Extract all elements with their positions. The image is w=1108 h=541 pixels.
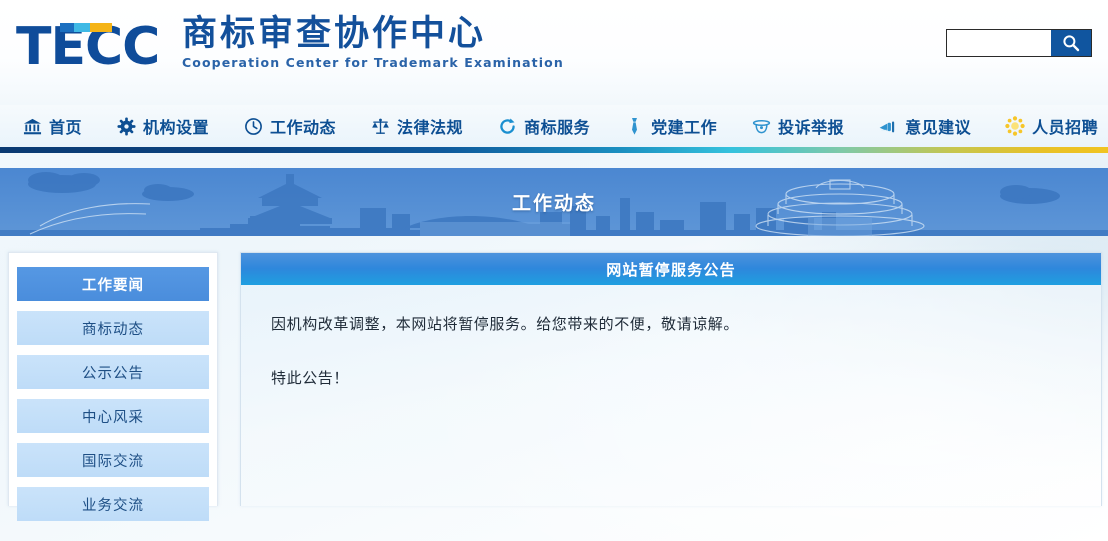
sidebar-item-label: 国际交流 — [82, 453, 144, 470]
sidebar-item-international-exchange[interactable]: 国际交流 — [17, 443, 209, 477]
article-body: 因机构改革调整，本网站将暂停服务。给您带来的不便，敬请谅解。 特此公告！ — [241, 285, 1101, 389]
nav-label: 人员招聘 — [1032, 118, 1099, 137]
sidebar-item-label: 公示公告 — [82, 365, 144, 382]
balance-scales-icon — [370, 116, 390, 136]
article-panel: 网站暂停服务公告 因机构改革调整，本网站将暂停服务。给您带来的不便，敬请谅解。 … — [240, 252, 1102, 506]
logo-bar-blue — [60, 23, 74, 32]
nav-label: 首页 — [49, 118, 83, 137]
gear-icon — [116, 116, 136, 136]
search-box[interactable] — [946, 29, 1092, 57]
search-input[interactable] — [947, 30, 1051, 56]
site-header: TECC 商标审查协作中心 Cooperation Center for Tra… — [0, 0, 1108, 105]
sidebar-item-business-exchange[interactable]: 业务交流 — [17, 487, 209, 521]
nav-item-recruitment[interactable]: 人员招聘 — [1005, 114, 1098, 138]
sidebar-item-label: 中心风采 — [82, 409, 144, 426]
sidebar-item-trademark-updates[interactable]: 商标动态 — [17, 311, 209, 345]
site-name-cn: 商标审查协作中心 — [182, 14, 487, 54]
nav-item-organization[interactable]: 机构设置 — [116, 114, 209, 138]
clock-icon — [243, 116, 263, 136]
sidebar-item-label: 业务交流 — [82, 497, 144, 514]
nav-item-complaints[interactable]: 投诉举报 — [751, 114, 844, 138]
article-paragraph: 因机构改革调整，本网站将暂停服务。给您带来的不便，敬请谅解。 — [271, 315, 740, 333]
page-banner: 工作动态 — [0, 168, 1108, 236]
logo-bar-gold — [90, 23, 112, 32]
refresh-circle-icon — [497, 116, 517, 136]
logo-bar-cyan — [74, 23, 90, 32]
brand-text-block: 商标审查协作中心 Cooperation Center for Trademar… — [182, 14, 564, 73]
nav-item-suggestions[interactable]: 意见建议 — [878, 114, 971, 138]
nav-item-laws[interactable]: 法律法规 — [370, 114, 463, 138]
nav-label: 法律法规 — [397, 118, 464, 137]
search-icon — [1062, 34, 1080, 52]
nav-gradient-rule — [0, 147, 1108, 153]
megaphone-icon — [878, 116, 898, 136]
nav-label: 投诉举报 — [778, 118, 845, 137]
graduation-cap-icon — [751, 116, 771, 136]
site-name-en: Cooperation Center for Trademark Examina… — [182, 55, 564, 70]
nav-label: 意见建议 — [905, 118, 972, 137]
nav-label: 工作动态 — [270, 118, 337, 137]
brand-block[interactable]: TECC 商标审查协作中心 Cooperation Center for Tra… — [16, 14, 564, 75]
sidebar-item-label: 工作要闻 — [82, 277, 144, 294]
main-content: 工作要闻 商标动态 公示公告 中心风采 国际交流 业务交流 网站暂停服务公告 因… — [0, 236, 1108, 521]
main-navigation: 首页 机构设置 工作动态 法律法规 商标服务 党建工作 投诉举报 意见建议 人员… — [0, 105, 1108, 147]
logo-color-bars — [60, 23, 112, 32]
sidebar-item-work-news[interactable]: 工作要闻 — [17, 267, 209, 301]
nav-label: 商标服务 — [524, 118, 591, 137]
nav-label: 党建工作 — [651, 118, 718, 137]
banner-title: 工作动态 — [511, 192, 596, 215]
tecc-logo: TECC — [16, 17, 166, 75]
nav-item-trademark-services[interactable]: 商标服务 — [497, 114, 590, 138]
page-root: TECC 商标审查协作中心 Cooperation Center for Tra… — [0, 0, 1108, 541]
nav-item-home[interactable]: 首页 — [22, 114, 82, 138]
nav-item-party-building[interactable]: 党建工作 — [624, 114, 717, 138]
article-paragraph: 特此公告！ — [271, 369, 350, 387]
article-panel-header: 网站暂停服务公告 — [241, 253, 1101, 285]
search-button[interactable] — [1051, 30, 1091, 56]
sidebar-item-public-notices[interactable]: 公示公告 — [17, 355, 209, 389]
sidebar-item-center-style[interactable]: 中心风采 — [17, 399, 209, 433]
bank-building-icon — [22, 116, 42, 136]
sidebar-item-label: 商标动态 — [82, 321, 144, 338]
nav-item-work-updates[interactable]: 工作动态 — [243, 114, 336, 138]
article-title: 网站暂停服务公告 — [606, 260, 736, 279]
necktie-icon — [624, 116, 644, 136]
sun-flower-icon — [1005, 116, 1025, 136]
category-sidebar: 工作要闻 商标动态 公示公告 中心风采 国际交流 业务交流 — [8, 252, 218, 521]
nav-label: 机构设置 — [143, 118, 210, 137]
